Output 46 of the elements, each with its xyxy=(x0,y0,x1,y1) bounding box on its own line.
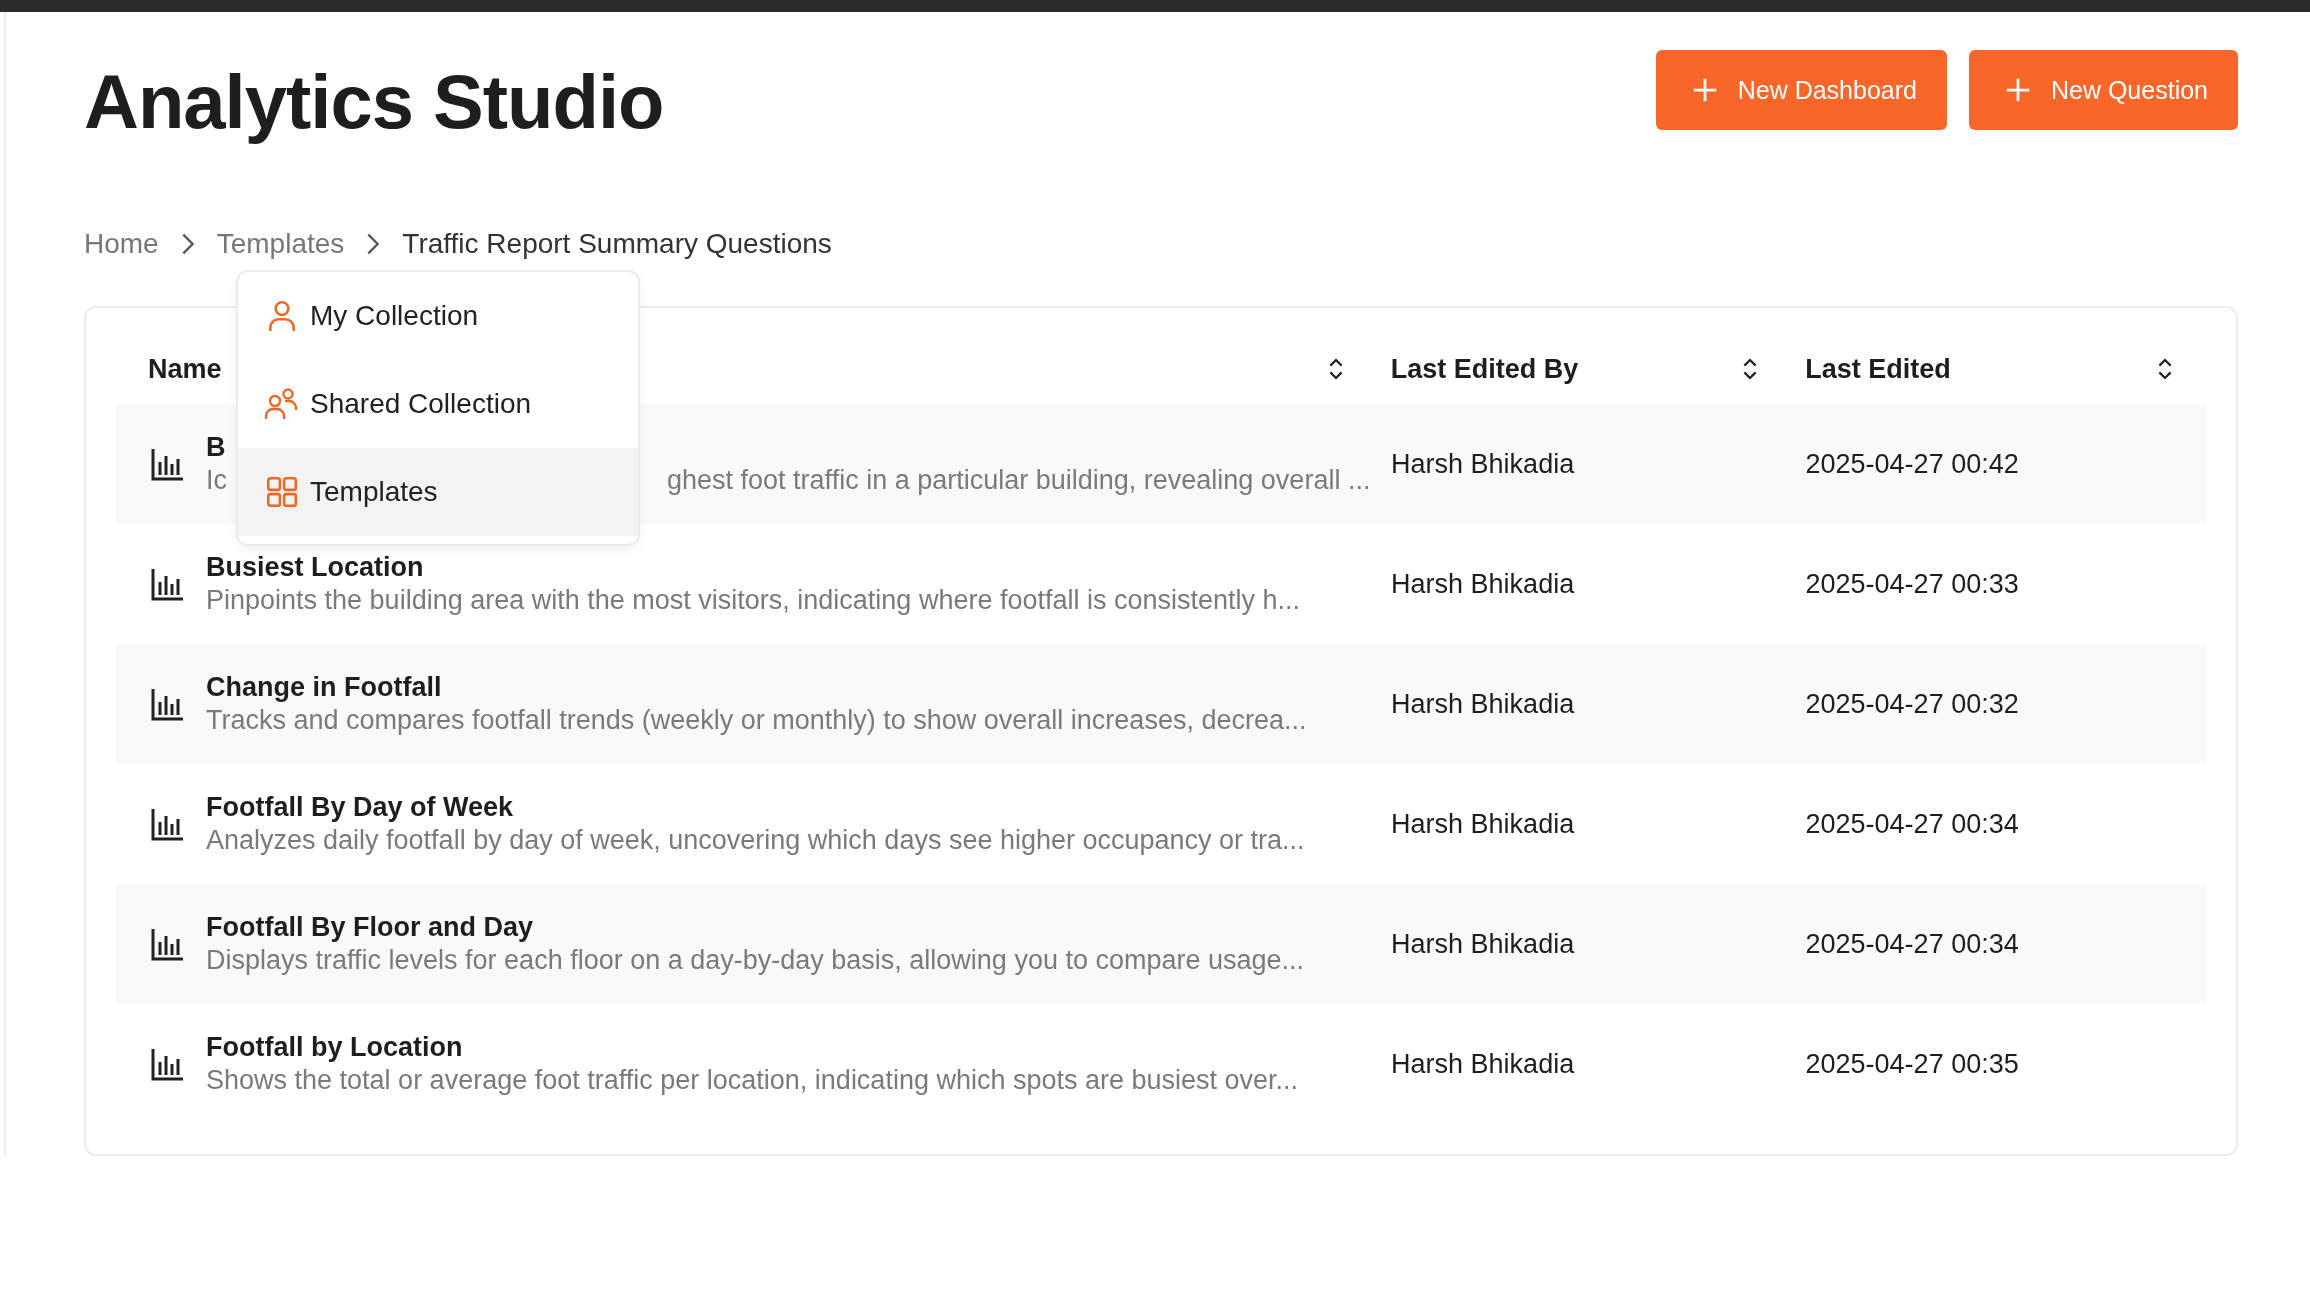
bar-chart-icon xyxy=(150,1046,186,1082)
bar-chart-icon xyxy=(150,806,186,842)
question-description: Pinpoints the building area with the most visitors, indicating where footfall is consistently h... xyxy=(206,585,1301,616)
chevron-right-icon xyxy=(366,232,381,256)
bar-chart-icon xyxy=(150,566,186,602)
table-row[interactable]: Change in Footfall Tracks and compares footfall trends (weekly or monthly) to show overall increases, decrea... Harsh Bhikadia 2025-04-27 00:32 xyxy=(116,644,2206,764)
edited-time: 2025-04-27 00:33 xyxy=(1805,568,2019,600)
edited-time: 2025-04-27 00:34 xyxy=(1805,808,2019,840)
table-row[interactable]: Footfall By Floor and Day Displays traffic levels for each floor on a day-by-day basis, allowing you to compare usage... Harsh Bhikadia 2025-04-27 00:34 xyxy=(116,884,2206,1004)
bar-chart-icon xyxy=(150,686,186,722)
grid-icon xyxy=(264,475,300,509)
edited-time: 2025-04-27 00:42 xyxy=(1805,448,2019,480)
column-header[interactable]: Last Edited xyxy=(1805,353,1951,385)
menu-item[interactable]: My Collection xyxy=(238,272,638,360)
edited-time: 2025-04-27 00:32 xyxy=(1805,688,2019,720)
breadcrumb-link[interactable]: Home xyxy=(84,228,159,260)
editor-name: Harsh Bhikadia xyxy=(1391,688,1575,720)
question-title: B xyxy=(206,432,227,463)
table-row[interactable]: Footfall by Location Shows the total or average foot traffic per location, indicating which spots are busiest over... Harsh Bhikadia 2025-04-27 00:35 xyxy=(116,1004,2206,1124)
chevron-right-icon xyxy=(180,232,195,256)
question-description: Tracks and compares footfall trends (weekly or monthly) to show overall increases, decrea... xyxy=(206,705,1307,736)
question-description: Displays traffic levels for each floor on a day-by-day basis, allowing you to compare usage... xyxy=(206,945,1305,976)
people-icon xyxy=(264,387,300,421)
question-description: Ic xyxy=(206,465,227,496)
breadcrumb-link[interactable]: Templates xyxy=(216,228,345,260)
question-title: Footfall by Location xyxy=(206,1032,464,1063)
column-header[interactable]: Name xyxy=(148,353,222,385)
menu-item[interactable]: Templates xyxy=(238,448,638,536)
question-title: Footfall By Floor and Day xyxy=(206,912,535,943)
editor-name: Harsh Bhikadia xyxy=(1391,1048,1575,1080)
question-title: Busiest Location xyxy=(206,552,425,583)
bar-chart-icon xyxy=(150,926,186,962)
question-description: Analyzes daily footfall by day of week, uncovering which days see higher occupancy or tra... xyxy=(206,825,1305,856)
editor-name: Harsh Bhikadia xyxy=(1391,928,1575,960)
column-header[interactable]: Last Edited By xyxy=(1390,353,1579,385)
question-title: Footfall By Day of Week xyxy=(206,792,515,823)
table-row[interactable]: Footfall By Day of Week Analyzes daily footfall by day of week, uncovering which days see higher occupancy or tra... Harsh Bhikadia 2025-04-27 00:34 xyxy=(116,764,2206,884)
edited-time: 2025-04-27 00:35 xyxy=(1805,1048,2019,1080)
editor-name: Harsh Bhikadia xyxy=(1391,448,1575,480)
question-title: Change in Footfall xyxy=(206,672,443,703)
editor-name: Harsh Bhikadia xyxy=(1391,808,1575,840)
question-description: Shows the total or average foot traffic per location, indicating which spots are busiest over... xyxy=(206,1065,1299,1096)
bar-chart-icon xyxy=(150,446,186,482)
edited-time: 2025-04-27 00:34 xyxy=(1805,928,2019,960)
question-description: ghest foot traffic in a particular building, revealing overall ... xyxy=(667,465,1371,496)
editor-name: Harsh Bhikadia xyxy=(1391,568,1575,600)
